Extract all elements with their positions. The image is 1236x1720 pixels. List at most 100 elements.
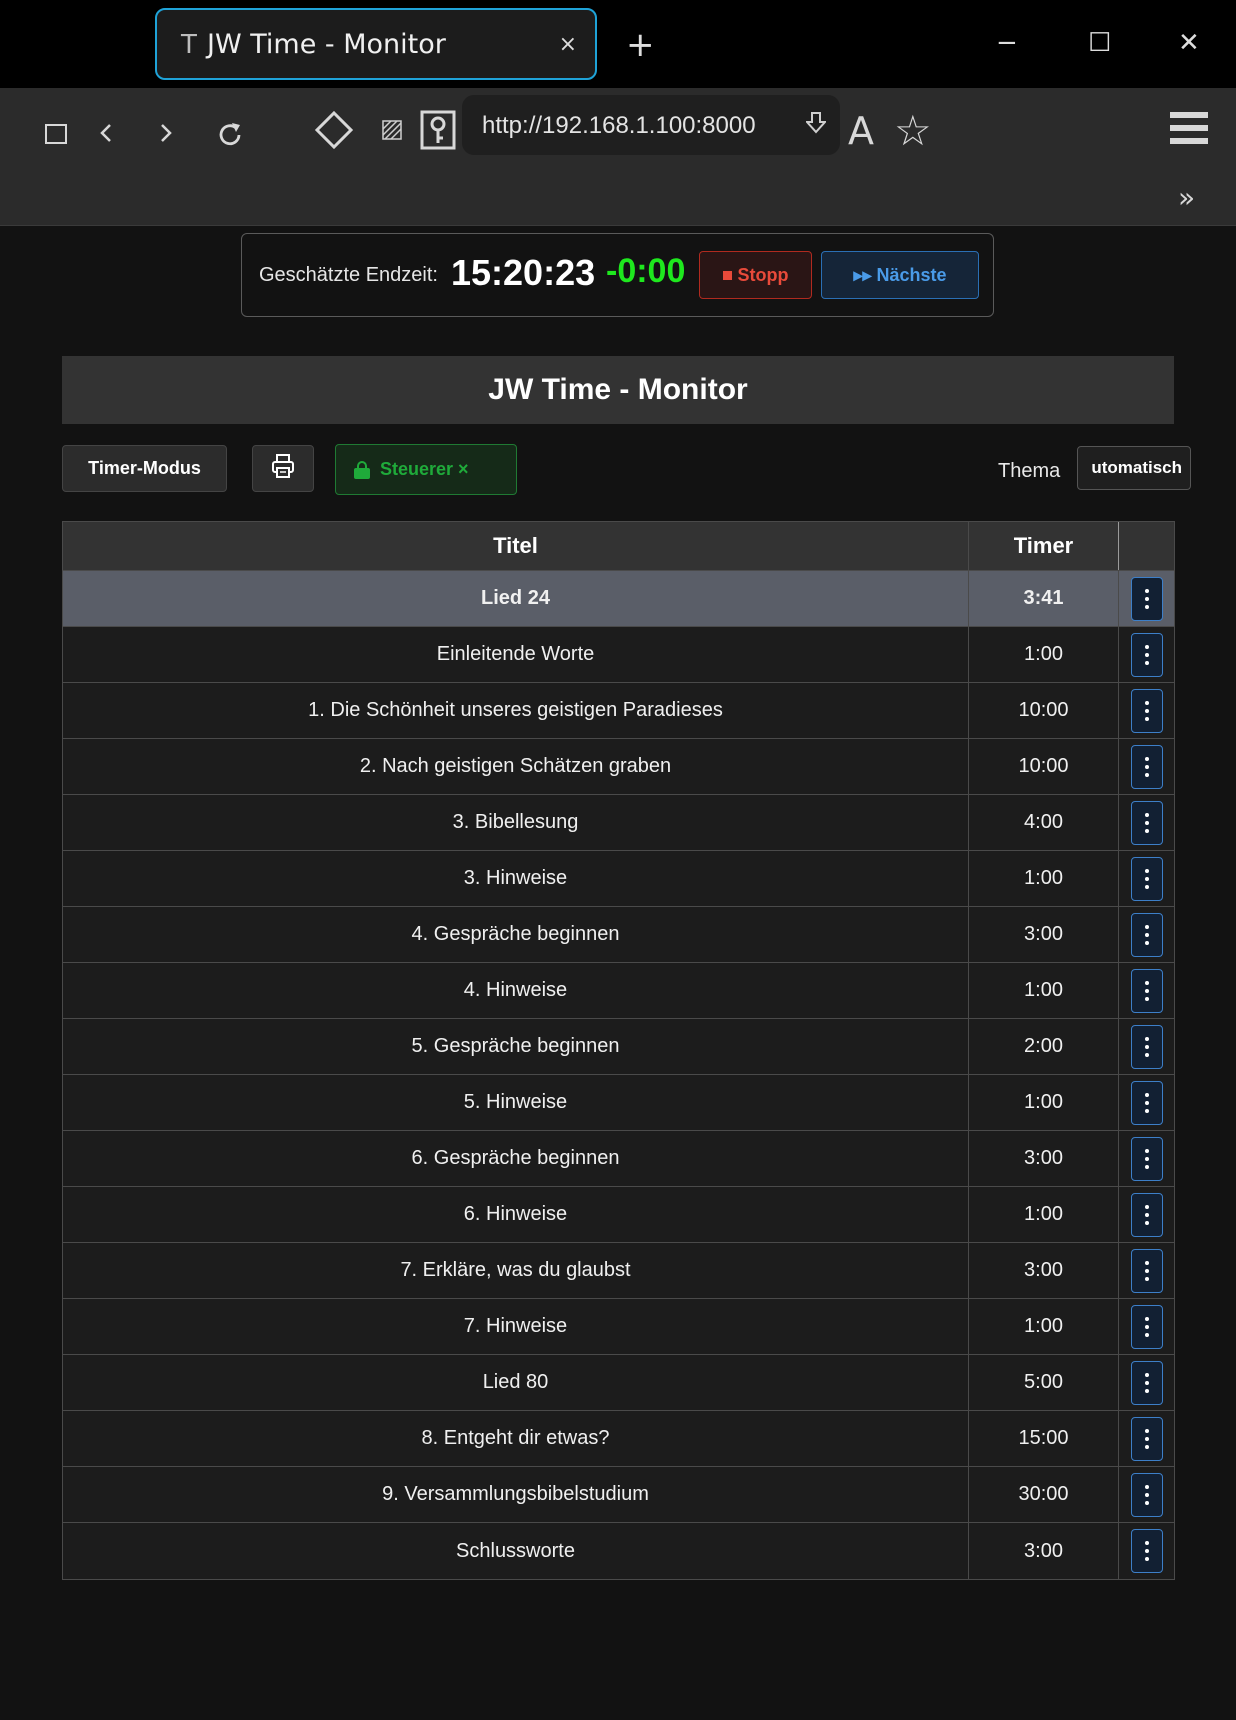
row-menu-button[interactable] xyxy=(1130,1192,1163,1237)
row-menu-button[interactable] xyxy=(1130,1024,1163,1069)
tab-close-icon[interactable]: × xyxy=(559,32,577,57)
row-menu-button[interactable] xyxy=(1130,856,1163,901)
new-tab-button[interactable]: + xyxy=(626,28,655,62)
kebab-dot-icon xyxy=(1144,876,1149,881)
download-icon[interactable] xyxy=(804,111,828,141)
reload-icon[interactable] xyxy=(214,119,246,154)
kebab-dot-icon xyxy=(1144,772,1149,777)
row-menu-button[interactable] xyxy=(1130,1360,1163,1405)
next-button[interactable]: ▸▸ Nächste xyxy=(821,251,979,299)
sidebar-toggle-icon[interactable] xyxy=(44,122,68,149)
column-header-title: Titel xyxy=(493,533,538,558)
row-menu-button[interactable] xyxy=(1130,688,1163,733)
row-actions xyxy=(1118,1299,1174,1354)
table-row[interactable]: 5. Hinweise 1:00 xyxy=(63,1075,1174,1131)
kebab-dot-icon xyxy=(1144,756,1149,761)
table-row[interactable]: 5. Gespräche beginnen 2:00 xyxy=(63,1019,1174,1075)
row-title: Schlussworte xyxy=(456,1539,575,1562)
kebab-dot-icon xyxy=(1144,1557,1149,1561)
row-menu-button[interactable] xyxy=(1130,632,1163,677)
kebab-dot-icon xyxy=(1144,1541,1149,1545)
table-row[interactable]: Lied 24 3:41 xyxy=(63,571,1174,627)
address-bar[interactable]: http://192.168.1.100:8000 xyxy=(462,95,840,155)
url-text[interactable]: http://192.168.1.100:8000 xyxy=(482,112,756,140)
status-bar: Geschätzte Endzeit: 15:20:23 -0:00 Stopp… xyxy=(241,233,994,317)
table-row[interactable]: 7. Erkläre, was du glaubst 3:00 xyxy=(63,1243,1174,1299)
row-menu-button[interactable] xyxy=(1130,744,1163,789)
row-menu-button[interactable] xyxy=(1130,1136,1163,1181)
kebab-dot-icon xyxy=(1144,1204,1149,1209)
table-row[interactable]: 3. Hinweise 1:00 xyxy=(63,851,1174,907)
kebab-dot-icon xyxy=(1144,1044,1149,1049)
table-row[interactable]: 1. Die Schönheit unseres geistigen Parad… xyxy=(63,683,1174,739)
extension-diamond-icon[interactable] xyxy=(314,110,354,153)
browser-tab[interactable]: T JW Time - Monitor × xyxy=(155,8,597,80)
table-row[interactable]: 3. Bibellesung 4:00 xyxy=(63,795,1174,851)
row-menu-button[interactable] xyxy=(1130,1304,1163,1349)
row-menu-button[interactable] xyxy=(1130,1529,1163,1573)
print-button[interactable] xyxy=(252,445,314,492)
table-row[interactable]: Schlussworte 3:00 xyxy=(63,1523,1174,1579)
row-menu-button[interactable] xyxy=(1130,1416,1163,1461)
table-row[interactable]: 4. Hinweise 1:00 xyxy=(63,963,1174,1019)
row-timer: 4:00 xyxy=(968,795,1118,850)
table-row[interactable]: 4. Gespräche beginnen 3:00 xyxy=(63,907,1174,963)
row-actions xyxy=(1118,1075,1174,1130)
window-maximize-button[interactable]: ☐ xyxy=(1088,30,1111,56)
bookmark-star-icon[interactable]: ☆ xyxy=(894,110,932,152)
row-title: 3. Bibellesung xyxy=(452,811,579,833)
kebab-dot-icon xyxy=(1144,1492,1149,1497)
table-row[interactable]: 8. Entgeht dir etwas? 15:00 xyxy=(63,1411,1174,1467)
end-time-label: Geschätzte Endzeit: xyxy=(259,264,438,286)
reader-mode-icon[interactable]: A xyxy=(848,112,874,150)
kebab-dot-icon xyxy=(1144,1388,1149,1393)
table-row[interactable]: 9. Versammlungsbibelstudium 30:00 xyxy=(63,1467,1174,1523)
table-row[interactable]: Einleitende Worte 1:00 xyxy=(63,627,1174,683)
steuerer-button[interactable]: Steuerer × xyxy=(335,444,517,495)
browser-toolbar: http://192.168.1.100:8000 A ☆ » xyxy=(0,88,1236,226)
pattern-extension-icon[interactable] xyxy=(380,118,404,145)
back-icon[interactable] xyxy=(98,120,114,149)
forward-icon[interactable] xyxy=(158,120,174,149)
row-menu-button[interactable] xyxy=(1130,1080,1163,1125)
kebab-dot-icon xyxy=(1144,1164,1149,1169)
kebab-dot-icon xyxy=(1144,1212,1149,1217)
menu-icon[interactable] xyxy=(1170,108,1208,151)
row-menu-button[interactable] xyxy=(1130,800,1163,845)
overflow-chevron-icon[interactable]: » xyxy=(1178,184,1195,212)
window-close-button[interactable]: ✕ xyxy=(1178,30,1200,56)
theme-select-value: utomatisch xyxy=(1091,458,1182,477)
timer-mode-button[interactable]: Timer-Modus xyxy=(62,445,227,492)
kebab-dot-icon xyxy=(1144,868,1149,873)
window-minimize-button[interactable]: − xyxy=(996,30,1018,56)
table-row[interactable]: 2. Nach geistigen Schätzen graben 10:00 xyxy=(63,739,1174,795)
row-timer: 10:00 xyxy=(968,739,1118,794)
row-timer: 1:00 xyxy=(968,1075,1118,1130)
table-row[interactable]: 6. Gespräche beginnen 3:00 xyxy=(63,1131,1174,1187)
kebab-dot-icon xyxy=(1144,1316,1149,1321)
row-menu-button[interactable] xyxy=(1130,576,1163,621)
kebab-dot-icon xyxy=(1144,1220,1149,1225)
site-info-key-icon[interactable] xyxy=(420,110,456,153)
row-timer: 1:00 xyxy=(968,627,1118,682)
kebab-dot-icon xyxy=(1144,988,1149,993)
row-title: 3. Hinweise xyxy=(463,867,568,889)
row-actions xyxy=(1118,963,1174,1018)
theme-select[interactable]: utomatisch xyxy=(1077,446,1191,490)
row-menu-button[interactable] xyxy=(1130,912,1163,957)
row-title: 7. Hinweise xyxy=(463,1315,568,1337)
table-row[interactable]: 6. Hinweise 1:00 xyxy=(63,1187,1174,1243)
row-menu-button[interactable] xyxy=(1130,968,1163,1013)
kebab-dot-icon xyxy=(1144,1036,1149,1041)
row-menu-button[interactable] xyxy=(1130,1472,1163,1517)
row-actions xyxy=(1118,627,1174,682)
row-menu-button[interactable] xyxy=(1130,1248,1163,1293)
row-actions xyxy=(1118,851,1174,906)
tab-title: JW Time - Monitor xyxy=(207,29,446,60)
browser-titlebar: T JW Time - Monitor × + − ☐ ✕ xyxy=(0,0,1236,88)
stop-button[interactable]: Stopp xyxy=(699,251,812,299)
table-row[interactable]: Lied 80 5:00 xyxy=(63,1355,1174,1411)
kebab-dot-icon xyxy=(1144,1380,1149,1385)
table-row[interactable]: 7. Hinweise 1:00 xyxy=(63,1299,1174,1355)
row-actions xyxy=(1118,1411,1174,1466)
